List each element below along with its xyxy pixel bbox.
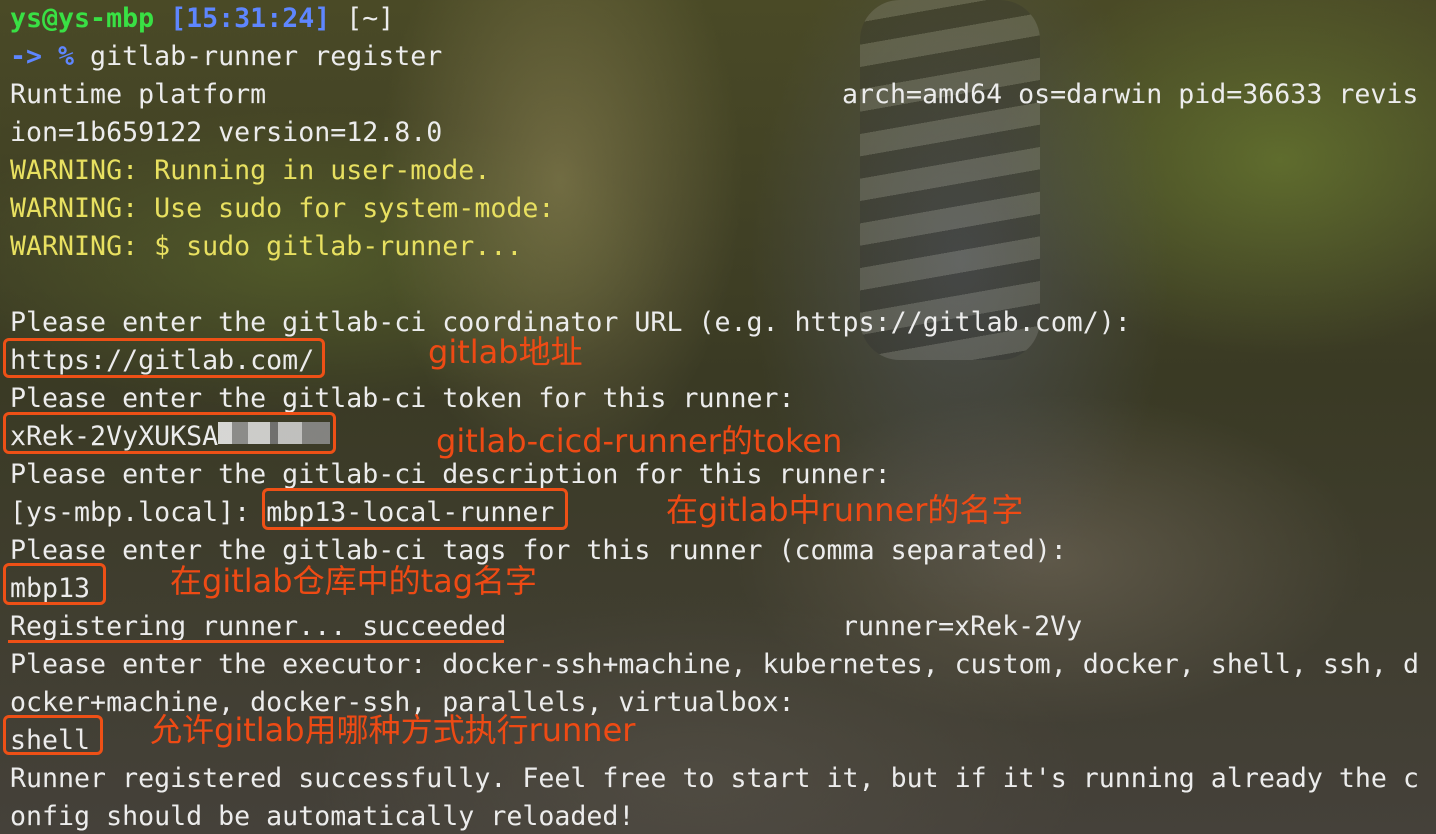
prompt-arrow: -> %: [10, 41, 75, 72]
runtime-line-cont: ion=1b659122 version=12.8.0: [10, 117, 443, 148]
warning-line-1: WARNING: Running in user-mode.: [10, 155, 491, 186]
registering-status: Registering runner... succeeded: [10, 611, 507, 642]
executor-highlight-box: [3, 715, 103, 755]
prompt-dir: [~]: [346, 3, 395, 34]
description-highlight-box: [262, 488, 568, 530]
registering-runner-id: runner=xRek-2Vy: [842, 611, 1083, 642]
token-highlight-box: [3, 412, 336, 454]
description-prompt: Please enter the gitlab-ci description f…: [10, 459, 891, 490]
url-highlight-box: [3, 338, 325, 378]
annotation-executor: 允许gitlab用哪种方式执行runner: [150, 711, 636, 749]
description-default: [ys-mbp.local]:: [10, 497, 267, 528]
tags-highlight-box: [3, 563, 106, 605]
runtime-info: arch=amd64 os=darwin pid=36633 revis: [842, 79, 1419, 110]
success-line-1: Runner registered successfully. Feel fre…: [10, 763, 1419, 794]
annotation-token: gitlab-cicd-runner的token: [436, 422, 843, 460]
prompt-user-host: ys@ys-mbp: [10, 3, 155, 34]
executor-prompt-1: Please enter the executor: docker-ssh+ma…: [10, 649, 1419, 680]
url-prompt: Please enter the gitlab-ci coordinator U…: [10, 307, 1131, 338]
annotation-description: 在gitlab中runner的名字: [666, 491, 1024, 529]
warning-line-3: WARNING: $ sudo gitlab-runner...: [10, 231, 523, 262]
command-text: gitlab-runner register: [74, 41, 443, 72]
command-line: -> % gitlab-runner register: [10, 38, 1426, 76]
runtime-label: Runtime platform: [10, 79, 267, 110]
annotation-tags: 在gitlab仓库中的tag名字: [170, 562, 538, 600]
registering-underline: [8, 640, 504, 643]
shell-prompt-line: ys@ys-mbp [15:31:24] [~]: [10, 0, 1426, 38]
warning-line-2: WARNING: Use sudo for system-mode:: [10, 193, 555, 224]
annotation-url: gitlab地址: [428, 333, 583, 371]
prompt-time: [15:31:24]: [170, 3, 331, 34]
runtime-line: Runtime platform arch=amd64 os=darwin pid…: [10, 76, 1426, 114]
success-line-2: onfig should be automatically reloaded!: [10, 801, 635, 832]
